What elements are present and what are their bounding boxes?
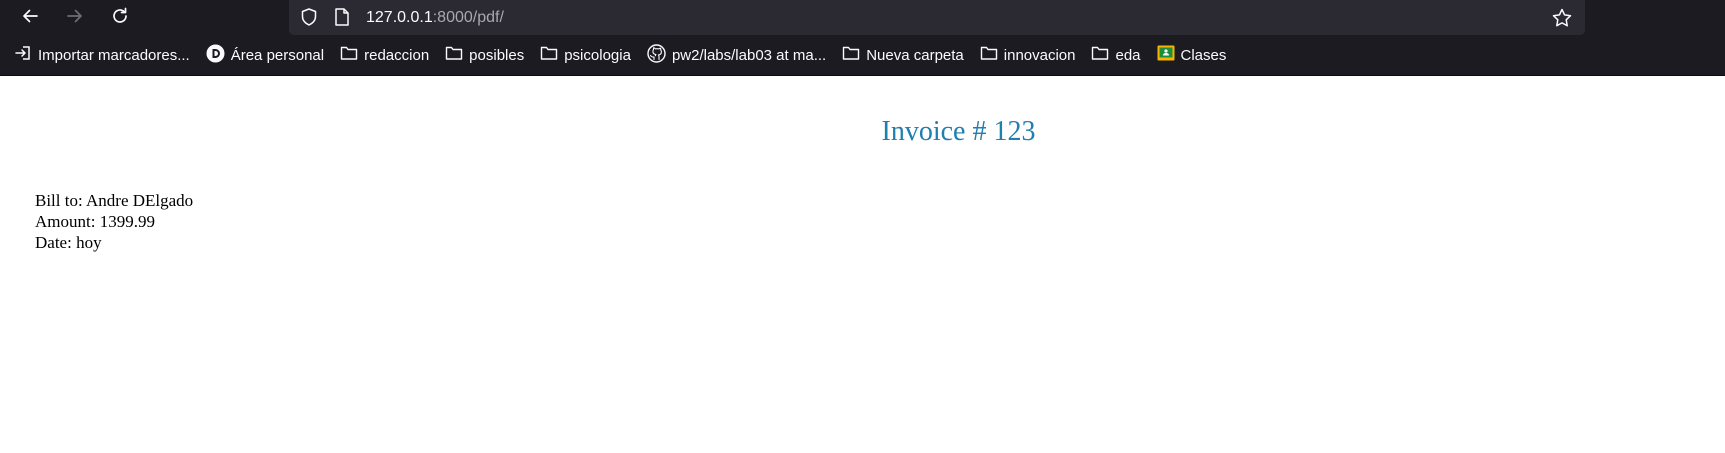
bookmark-label: Importar marcadores...: [38, 47, 190, 64]
bookmark-label: Nueva carpeta: [866, 47, 964, 64]
d-logo-icon: [206, 44, 225, 69]
bookmark-label: Área personal: [230, 47, 325, 64]
bookmark-clases[interactable]: Clases: [1157, 45, 1227, 67]
bookmark-folder-eda[interactable]: eda: [1091, 45, 1141, 67]
url-bar[interactable]: 127.0.0.1:8000/pdf/: [289, 0, 1585, 35]
date-text: Date: hoy: [35, 233, 102, 252]
bookmark-folder-posibles[interactable]: posibles: [445, 45, 524, 67]
bookmark-label: Clases: [1180, 47, 1227, 64]
github-icon: [647, 43, 666, 69]
folder-icon: [340, 45, 358, 67]
bookmark-label: eda: [1115, 47, 1141, 64]
import-icon: [14, 44, 32, 68]
invoice-details: Bill to: Andre DElgado Amount: 1399.99 D…: [35, 190, 193, 253]
reload-button[interactable]: [105, 3, 135, 33]
invoice-title: Invoice # 123: [881, 116, 1036, 147]
bookmarks-bar: Importar marcadores... Área personal red…: [0, 37, 1725, 76]
url-path: :8000/pdf/: [432, 9, 504, 26]
bookmark-label: redaccion: [364, 47, 430, 64]
back-arrow-icon: [20, 6, 40, 31]
bookmark-folder-nueva-carpeta[interactable]: Nueva carpeta: [842, 45, 964, 67]
amount-text: Amount: 1399.99: [35, 212, 155, 231]
browser-toolbar: 127.0.0.1:8000/pdf/: [0, 0, 1725, 37]
page-content: Invoice # 123 Bill to: Andre DElgado Amo…: [0, 76, 1725, 452]
folder-icon: [1091, 45, 1109, 67]
url-host: 127.0.0.1: [366, 9, 433, 26]
url-text[interactable]: 127.0.0.1:8000/pdf/: [366, 8, 504, 28]
reload-icon: [110, 6, 130, 31]
bookmark-label: posibles: [469, 47, 525, 64]
bookmark-label: psicologia: [564, 47, 631, 64]
bookmark-area-personal[interactable]: Área personal: [206, 44, 324, 69]
back-button[interactable]: [15, 3, 45, 33]
bookmark-folder-redaccion[interactable]: redaccion: [340, 45, 429, 67]
bookmark-import[interactable]: Importar marcadores...: [14, 44, 190, 68]
folder-icon: [842, 45, 860, 67]
folder-icon: [980, 45, 998, 67]
bookmark-github-lab03[interactable]: pw2/labs/lab03 at ma...: [647, 43, 827, 69]
bookmark-folder-psicologia[interactable]: psicologia: [540, 45, 631, 67]
folder-icon: [540, 45, 558, 67]
shield-icon[interactable]: [299, 7, 319, 32]
bookmark-star-icon[interactable]: [1551, 7, 1573, 34]
forward-arrow-icon: [65, 6, 85, 31]
page-icon[interactable]: [333, 7, 351, 32]
classroom-icon: [1157, 45, 1175, 67]
folder-icon: [445, 45, 463, 67]
bookmark-label: innovacion: [1003, 47, 1076, 64]
bill-to-text: Bill to: Andre DElgado: [35, 191, 194, 210]
forward-button[interactable]: [60, 3, 90, 33]
bookmark-folder-innovacion[interactable]: innovacion: [980, 45, 1076, 67]
bookmark-label: pw2/labs/lab03 at ma...: [671, 47, 827, 64]
